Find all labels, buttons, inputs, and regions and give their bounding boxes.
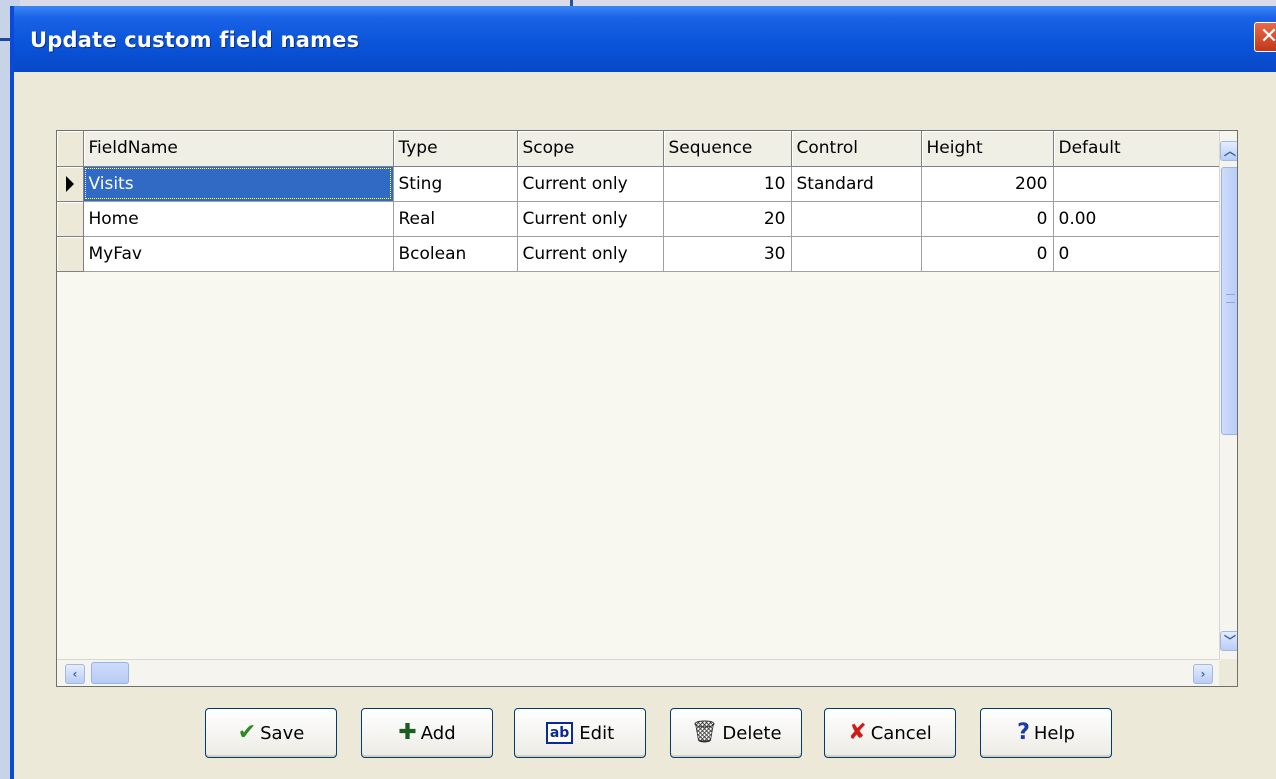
save-button[interactable]: ✔ Save [205,708,337,758]
cell-scope[interactable]: Current only [517,236,664,272]
edit-button[interactable]: ab Edit [514,708,646,758]
cell-default[interactable] [1053,166,1220,202]
checkmark-icon: ✔ [237,720,257,745]
edit-field-icon: ab [545,722,574,744]
horizontal-scroll-thumb[interactable] [91,662,129,684]
close-icon: ✕ [1259,24,1276,49]
cell-sequence[interactable]: 20 [663,201,792,237]
save-label: Save [260,722,305,744]
chevron-left-icon: ‹ [72,667,78,681]
cell-default[interactable]: 0 [1053,236,1220,272]
horizontal-scrollbar[interactable]: ‹ › [57,659,1219,686]
field-names-grid[interactable]: FieldName Type Scope Sequence Control He… [56,130,1238,687]
plus-icon: ✚ [398,720,417,745]
cell-fieldname[interactable]: Home [83,201,394,237]
column-header-scope[interactable]: Scope [517,131,664,167]
cell-sequence[interactable]: 10 [663,166,792,202]
row-indicator[interactable] [57,236,84,272]
cell-height[interactable]: 0 [921,236,1054,272]
cell-height[interactable]: 0 [921,201,1054,237]
scrollbar-corner [1219,659,1237,686]
row-indicator[interactable] [57,201,84,237]
question-mark-icon: ? [1017,720,1030,745]
chevron-right-icon: › [1200,667,1206,681]
cell-fieldname[interactable]: MyFav [83,236,394,272]
header-row: FieldName Type Scope Sequence Control He… [57,131,1220,167]
cell-height[interactable]: 200 [921,166,1054,202]
scroll-left-button[interactable]: ‹ [65,664,85,684]
header-indicator-cell [57,131,84,167]
delete-button[interactable]: 🗑 Delete [670,708,802,758]
current-row-arrow-icon [66,175,74,192]
red-x-icon: ✘ [848,720,867,745]
column-header-default[interactable]: Default [1053,131,1220,167]
cell-control[interactable] [791,201,922,237]
add-button[interactable]: ✚ Add [361,708,493,758]
fields-table: FieldName Type Scope Sequence Control He… [57,131,1220,272]
cell-fieldname[interactable]: Visits [83,166,394,202]
vertical-scrollbar[interactable]: ︿ ﹀ [1219,131,1237,659]
delete-label: Delete [722,722,782,744]
trash-icon: 🗑 [690,720,719,745]
cell-type[interactable]: Sting [393,166,518,202]
cell-scope[interactable]: Current only [517,166,664,202]
cell-type[interactable]: Real [393,201,518,237]
cell-sequence[interactable]: 30 [663,236,792,272]
scroll-down-button[interactable]: ﹀ [1220,631,1237,651]
column-header-control[interactable]: Control [791,131,922,167]
column-header-sequence[interactable]: Sequence [663,131,792,167]
edit-label: Edit [579,722,615,744]
update-custom-field-names-dialog: Update custom field names ✕ FieldName Ty… [10,6,1276,779]
help-label: Help [1033,722,1075,744]
table-row[interactable]: MyFav Bcolean Current only 30 0 0 [57,236,1220,272]
cancel-button[interactable]: ✘ Cancel [824,708,956,758]
column-header-height[interactable]: Height [921,131,1054,167]
title-bar: Update custom field names ✕ [14,6,1276,72]
close-button[interactable]: ✕ [1254,22,1276,52]
cancel-label: Cancel [870,722,932,744]
vertical-scroll-thumb[interactable] [1221,167,1237,435]
cell-control[interactable] [791,236,922,272]
cell-type[interactable]: Bcolean [393,236,518,272]
add-label: Add [420,722,456,744]
column-header-fieldname[interactable]: FieldName [83,131,394,167]
table-row[interactable]: Visits Sting Current only 10 Standard 20… [57,166,1220,202]
cell-control[interactable]: Standard [791,166,922,202]
dialog-title: Update custom field names [30,28,360,52]
grip-icon [1226,294,1235,303]
row-indicator[interactable] [57,166,84,202]
chevron-up-icon: ︿ [1223,144,1236,158]
cell-scope[interactable]: Current only [517,201,664,237]
scroll-right-button[interactable]: › [1193,664,1213,684]
chevron-down-icon: ﹀ [1223,634,1236,648]
table-row[interactable]: Home Real Current only 20 0 0.00 [57,201,1220,237]
help-button[interactable]: ? Help [980,708,1112,758]
column-header-type[interactable]: Type [393,131,518,167]
scroll-up-button[interactable]: ︿ [1220,141,1237,161]
cell-default[interactable]: 0.00 [1053,201,1220,237]
